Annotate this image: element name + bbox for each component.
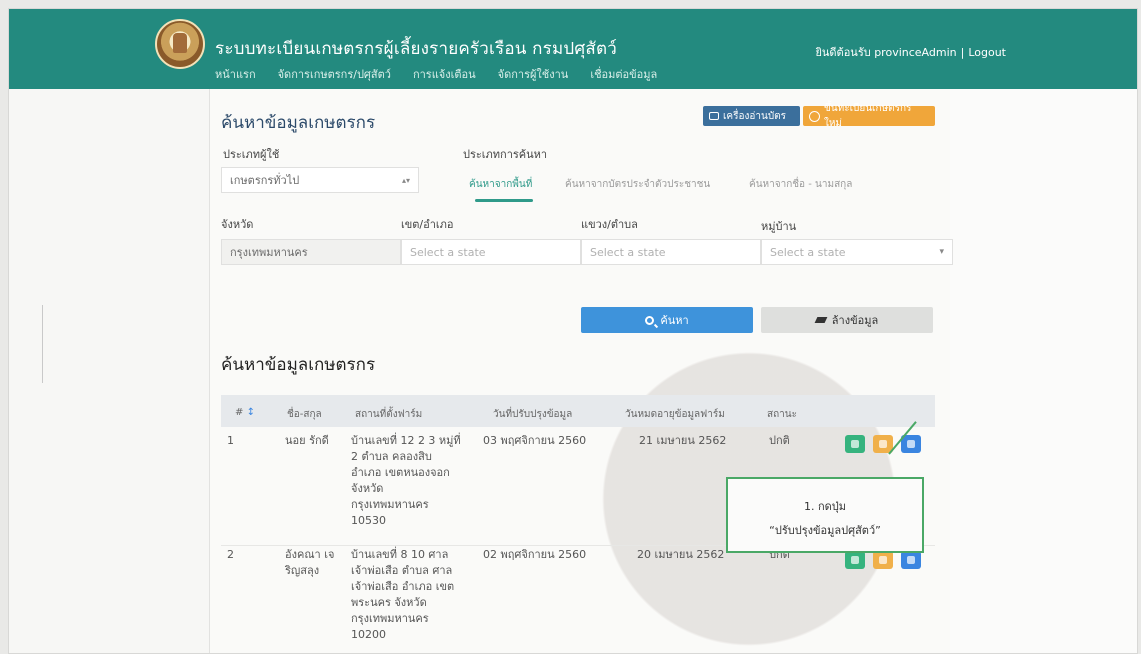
tab-search-by-id-card[interactable]: ค้นหาจากบัตรประจำตัวประชาชน xyxy=(565,177,710,192)
row2-address-line: 10200 xyxy=(351,628,386,641)
user-type-value: เกษตรกรทั่วไป xyxy=(230,174,300,187)
village-label: หมู่บ้าน xyxy=(761,220,797,233)
row2-updated: 02 พฤศจิกายน 2560 xyxy=(483,548,587,561)
add-farmer-button[interactable]: ขึ้นทะเบียนเกษตรกรใหม่ xyxy=(803,103,935,129)
row2-address-line: พระนคร จังหวัด xyxy=(351,596,427,609)
row1-address-line: บ้านเลขที่ 12 2 3 หมู่ที่ xyxy=(351,434,461,447)
row1-address-line: กรุงเทพมหานคร xyxy=(351,498,429,511)
row1-no: 1 xyxy=(227,434,234,447)
row1-status: ปกติ xyxy=(769,434,790,447)
row1-update-livestock-button[interactable] xyxy=(901,435,921,453)
plus-circle-icon xyxy=(809,110,820,122)
row1-name: นอย รักดี xyxy=(285,433,329,449)
nav-data-connect[interactable]: เชื่อมต่อข้อมูล xyxy=(590,65,657,83)
search-icon xyxy=(645,315,655,325)
callout-step: 1. กดปุ่ม xyxy=(803,500,847,513)
search-button[interactable]: ค้นหา xyxy=(581,307,753,333)
nav-notifications[interactable]: การแจ้งเตือน xyxy=(413,65,476,83)
row2-name: อังคณา เจ ริญสลุง xyxy=(285,547,334,579)
row2-name-line: อังคณา เจ xyxy=(285,548,335,561)
district-select[interactable]: Select a state xyxy=(401,239,581,265)
nav-manage-farmers[interactable]: จัดการเกษตรกร/ปศุสัตว์ xyxy=(278,65,391,83)
province-value: กรุงเทพมหานคร xyxy=(230,246,308,259)
subdistrict-placeholder: Select a state xyxy=(590,245,666,259)
chevron-down-icon: ▾ xyxy=(939,247,944,257)
subdistrict-label: แขวง/ตำบล xyxy=(581,218,638,231)
village-placeholder: Select a state xyxy=(770,245,846,259)
id-card-icon xyxy=(709,112,719,120)
app-title: ระบบทะเบียนเกษตรกรผู้เลี้ยงรายครัวเรือน … xyxy=(215,39,617,59)
welcome-separator: | xyxy=(960,46,965,59)
row2-address-line: บ้านเลขที่ 8 10 ศาล xyxy=(351,548,449,561)
clear-button-label: ล้างข้อมูล xyxy=(831,314,879,327)
card-reader-label: เครื่องอ่านบัตร xyxy=(723,110,787,122)
left-margin xyxy=(9,89,209,653)
results-table-header xyxy=(221,395,935,427)
province-label: จังหวัด xyxy=(221,218,254,231)
sort-icon: ↕ xyxy=(246,407,255,418)
user-type-label: ประเภทผู้ใช้ xyxy=(223,148,280,161)
welcome-text: ยินดีต้อนรับ provinceAdmin xyxy=(815,46,957,59)
main-nav: หน้าแรก จัดการเกษตรกร/ปศุสัตว์ การแจ้งเต… xyxy=(215,65,657,83)
col-no-label: # xyxy=(235,407,244,418)
department-logo xyxy=(155,19,205,69)
clear-button[interactable]: ล้างข้อมูล xyxy=(761,307,933,333)
user-type-select[interactable]: เกษตรกรทั่วไป ▴▾ xyxy=(221,167,419,193)
district-placeholder: Select a state xyxy=(410,245,486,259)
row1-name-line: นอย รักดี xyxy=(285,434,329,447)
province-select[interactable]: กรุงเทพมหานคร xyxy=(221,239,401,265)
search-button-label: ค้นหา xyxy=(660,314,689,327)
instruction-callout: 1. กดปุ่ม “ปรับปรุงข้อมูลปศุสัตว์” xyxy=(726,477,924,553)
col-header-expires[interactable]: วันหมดอายุข้อมูลฟาร์ม xyxy=(625,407,725,422)
add-farmer-label: ขึ้นทะเบียนเกษตรกรใหม่ xyxy=(823,103,912,129)
row1-address-line: 2 ตำบล คลองสิบ xyxy=(351,450,432,463)
col-header-name[interactable]: ชื่อ-สกุล xyxy=(287,407,322,422)
search-type-label: ประเภทการค้นหา xyxy=(463,148,548,161)
tab-search-by-name[interactable]: ค้นหาจากชื่อ - นามสกุล xyxy=(749,177,852,192)
card-reader-button[interactable]: เครื่องอ่านบัตร xyxy=(703,106,800,126)
page-title: ค้นหาข้อมูลเกษตรกร xyxy=(221,113,376,133)
row2-address-line: เจ้าพ่อเสือ อำเภอ เขต xyxy=(351,580,455,593)
eraser-icon xyxy=(814,317,828,323)
row1-updated: 03 พฤศจิกายน 2560 xyxy=(483,434,587,447)
row1-address: บ้านเลขที่ 12 2 3 หมู่ที่ 2 ตำบล คลองสิบ… xyxy=(351,433,461,529)
row1-address-line: จังหวัด xyxy=(351,482,384,495)
row2-view-button[interactable] xyxy=(845,551,865,569)
district-label: เขต/อำเภอ xyxy=(401,218,454,231)
callout-instruction: “ปรับปรุงข้อมูลปศุสัตว์” xyxy=(769,524,881,537)
tab-search-by-area[interactable]: ค้นหาจากพื้นที่ xyxy=(469,177,532,192)
row2-address: บ้านเลขที่ 8 10 ศาล เจ้าพ่อเสือ ตำบล ศาล… xyxy=(351,547,454,643)
logout-link[interactable]: Logout xyxy=(968,46,1006,59)
row2-address-line: กรุงเทพมหานคร xyxy=(351,612,429,625)
welcome-area: ยินดีต้อนรับ provinceAdmin | Logout xyxy=(815,43,1006,61)
row1-address-line: อำเภอ เขตหนองจอก xyxy=(351,466,450,479)
edge-mark xyxy=(42,305,43,383)
select-arrows-icon: ▴▾ xyxy=(401,175,410,185)
village-select[interactable]: Select a state ▾ xyxy=(761,239,953,265)
row2-no: 2 xyxy=(227,548,234,561)
col-header-farm-location[interactable]: สถานที่ตั้งฟาร์ม xyxy=(355,407,422,422)
row2-name-line: ริญสลุง xyxy=(285,564,320,577)
results-title: ค้นหาข้อมูลเกษตรกร xyxy=(221,355,376,375)
row1-expires: 21 เมษายน 2562 xyxy=(639,434,727,447)
nav-manage-users[interactable]: จัดการผู้ใช้งาน xyxy=(498,65,569,83)
row2-update-livestock-button[interactable] xyxy=(901,551,921,569)
screenshot-frame: ระบบทะเบียนเกษตรกรผู้เลี้ยงรายครัวเรือน … xyxy=(8,8,1138,654)
subdistrict-select[interactable]: Select a state xyxy=(581,239,761,265)
col-header-no[interactable]: # ↕ xyxy=(235,407,255,418)
top-header-bar: ระบบทะเบียนเกษตรกรผู้เลี้ยงรายครัวเรือน … xyxy=(9,9,1137,89)
active-tab-indicator xyxy=(475,199,533,202)
col-header-status[interactable]: สถานะ xyxy=(767,407,797,422)
row1-address-line: 10530 xyxy=(351,514,386,527)
col-header-updated[interactable]: วันที่ปรับปรุงข้อมูล xyxy=(493,407,572,422)
nav-home[interactable]: หน้าแรก xyxy=(215,65,256,83)
row2-expires: 20 เมษายน 2562 xyxy=(637,548,725,561)
row2-address-line: เจ้าพ่อเสือ ตำบล ศาล xyxy=(351,564,453,577)
row2-edit-farmer-button[interactable] xyxy=(873,551,893,569)
row1-view-button[interactable] xyxy=(845,435,865,453)
